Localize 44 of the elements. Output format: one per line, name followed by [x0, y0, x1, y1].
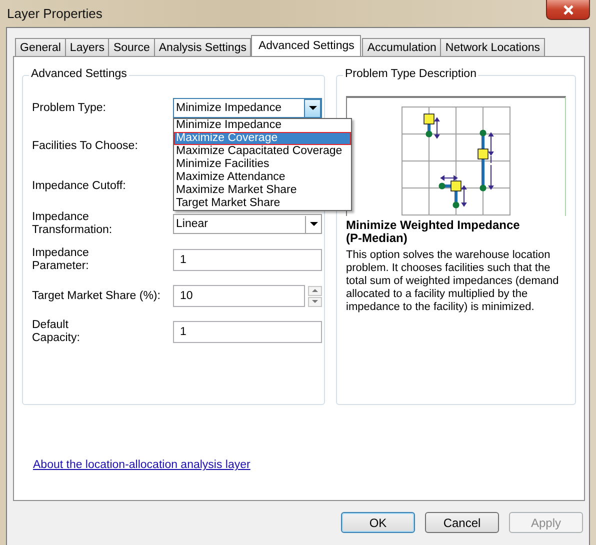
dropdown-option[interactable]: Maximize Market Share	[174, 184, 351, 197]
help-link[interactable]: About the location-allocation analysis layer	[33, 459, 250, 471]
tab[interactable]: General	[15, 38, 66, 56]
dropdown-option[interactable]: Maximize Attendance	[174, 171, 351, 184]
input-field[interactable]: 1	[173, 249, 322, 271]
down-caret-icon	[312, 300, 318, 303]
tab[interactable]: Layers	[64, 38, 110, 56]
dropdown-arrow-button[interactable]	[304, 98, 321, 118]
description-text: This option solves the warehouse location problem. It chooses facilities such that the total sum of weighted impedances (demand allocated to a facility multiplied by the impedance to the facility) is minimized.	[346, 249, 560, 314]
input-field[interactable]: 1	[173, 321, 322, 343]
dropdown-option[interactable]: Maximize Coverage	[174, 132, 351, 145]
dropdown[interactable]: Minimize Impedance	[173, 98, 322, 118]
close-button[interactable]	[546, 0, 590, 20]
caret-icon	[308, 106, 316, 110]
dialog-button[interactable]: Cancel	[425, 512, 499, 533]
tab[interactable]: Advanced Settings	[251, 35, 362, 56]
tab[interactable]: Analysis Settings	[154, 38, 252, 56]
field-label: Impedance Parameter:	[32, 247, 90, 273]
dropdown-option[interactable]: Target Market Share	[174, 197, 351, 210]
field-label: Impedance Transformation:	[32, 211, 114, 237]
up-caret-icon	[312, 289, 318, 292]
tab[interactable]: Source	[108, 38, 155, 56]
group-title: Advanced Settings	[29, 68, 129, 80]
group-title: Problem Type Description	[343, 68, 478, 80]
caret-icon	[310, 222, 318, 226]
tab[interactable]: Accumulation	[362, 38, 442, 56]
field-label: Target Market Share (%):	[32, 290, 162, 302]
description-heading: Minimize Weighted Impedance (P-Median)	[346, 219, 521, 245]
spin-down-button[interactable]	[308, 296, 322, 306]
input-field[interactable]: 10	[173, 285, 305, 307]
dropdown-option[interactable]: Minimize Impedance	[174, 119, 351, 132]
field-label: Impedance Cutoff:	[32, 180, 127, 192]
field-label: Facilities To Choose:	[32, 140, 139, 152]
tab[interactable]: Network Locations	[440, 38, 546, 56]
dropdown-arrow-button[interactable]	[305, 216, 321, 232]
spin-up-button[interactable]	[308, 286, 322, 296]
field-label: Default Capacity:	[32, 319, 81, 345]
window-title: Layer Properties	[7, 6, 102, 21]
close-icon	[562, 4, 574, 14]
dialog-button[interactable]: OK	[341, 512, 415, 533]
dropdown-option[interactable]: Minimize Facilities	[174, 158, 351, 171]
field-label: Problem Type:	[32, 102, 107, 114]
dropdown-option[interactable]: Maximize Capacitated Coverage	[174, 145, 351, 158]
dropdown[interactable]: Linear	[173, 214, 322, 234]
